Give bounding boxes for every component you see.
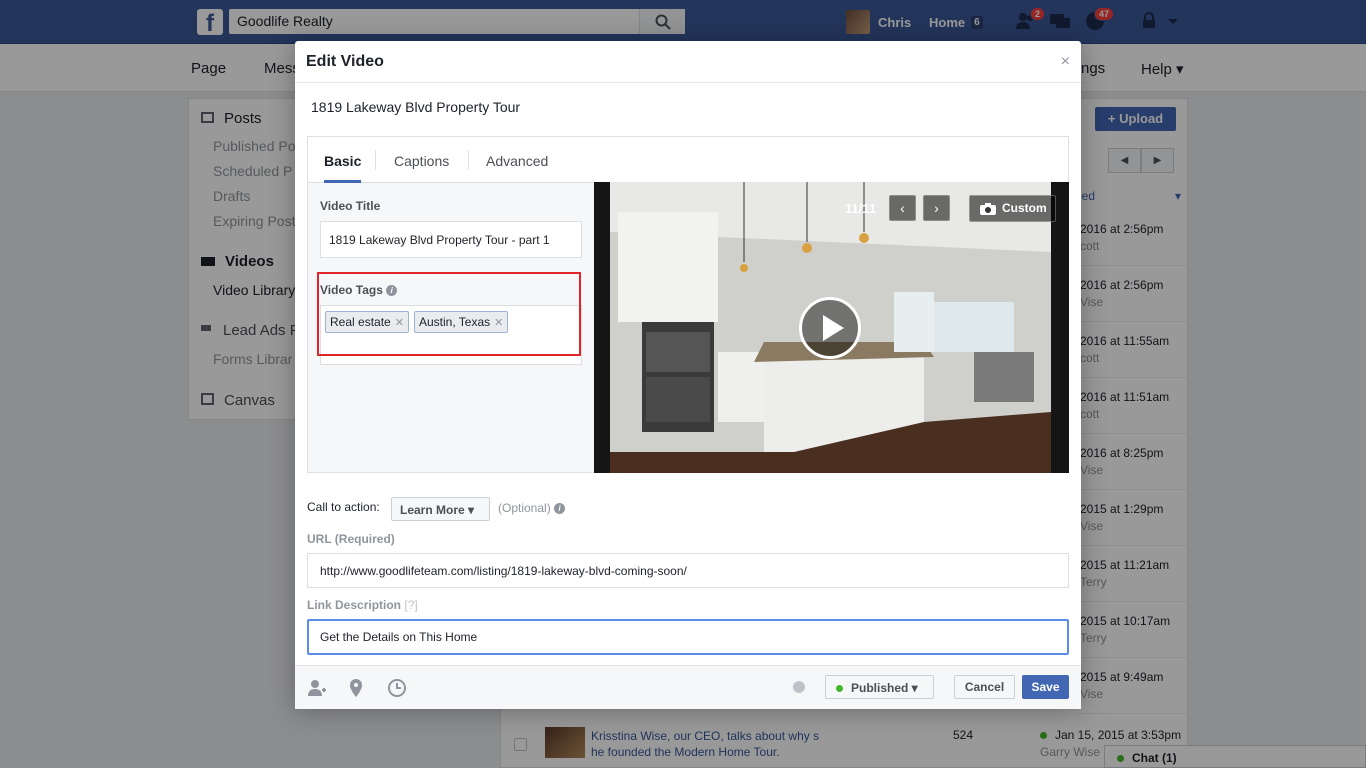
published-dot-icon	[836, 685, 843, 692]
cta-optional-label: (Optional)	[498, 501, 551, 515]
play-icon	[823, 315, 844, 341]
prev-thumbnail-button[interactable]: ‹	[889, 195, 916, 221]
tab-basic[interactable]: Basic	[324, 137, 362, 183]
video-title-label: Video Title	[320, 199, 381, 213]
close-icon[interactable]: ×	[1061, 53, 1070, 71]
info-icon[interactable]: i	[554, 503, 566, 515]
play-button[interactable]	[799, 297, 861, 359]
edit-video-dialog: Edit Video × 1819 Lakeway Blvd Property …	[295, 41, 1081, 709]
dialog-footer: Published ▾ Cancel Save	[295, 665, 1081, 709]
chevron-right-icon: ›	[934, 200, 939, 216]
next-thumbnail-button[interactable]: ›	[923, 195, 950, 221]
video-name: 1819 Lakeway Blvd Property Tour	[311, 99, 521, 115]
published-label: Published ▾	[851, 681, 918, 695]
cancel-button[interactable]: Cancel	[954, 675, 1015, 699]
tab-captions[interactable]: Captions	[394, 137, 449, 183]
thumbnail-counter: 11/11	[845, 201, 877, 216]
url-input[interactable]: http://www.goodlifeteam.com/listing/1819…	[307, 553, 1069, 588]
custom-label: Custom	[1002, 201, 1047, 215]
cta-label: Call to action:	[307, 500, 380, 514]
video-title-input[interactable]: 1819 Lakeway Blvd Property Tour - part 1	[320, 221, 582, 258]
chevron-left-icon: ‹	[900, 200, 905, 216]
custom-thumbnail-button[interactable]: Custom	[969, 195, 1056, 222]
tab-divider	[468, 150, 469, 170]
url-label: URL (Required)	[307, 532, 395, 546]
tab-advanced[interactable]: Advanced	[486, 137, 548, 183]
camera-icon	[980, 203, 996, 215]
location-pin-icon[interactable]	[346, 678, 366, 698]
link-description-label-row: Link Description [?]	[307, 598, 418, 612]
video-thumbnail-preview[interactable]: 11/11 ‹ › Custom	[594, 182, 1069, 473]
cta-optional-row: (Optional) i	[498, 501, 566, 515]
tab-divider	[375, 150, 376, 170]
link-description-label: Link Description	[307, 598, 402, 612]
link-description-input[interactable]: Get the Details on This Home	[307, 619, 1069, 655]
tag-people-icon[interactable]	[307, 678, 327, 698]
dialog-header: Edit Video ×	[295, 41, 1081, 83]
globe-icon	[793, 681, 805, 693]
clock-icon[interactable]	[387, 678, 407, 698]
save-button[interactable]: Save	[1022, 675, 1069, 699]
dialog-title: Edit Video	[306, 53, 384, 70]
help-link[interactable]: [?]	[404, 598, 417, 612]
tab-bar: Basic Captions Advanced	[308, 137, 1068, 183]
tab-panel: Basic Captions Advanced Video Title 1819…	[307, 136, 1069, 473]
cta-dropdown[interactable]: Learn More ▾	[391, 497, 490, 521]
highlight-box	[317, 272, 581, 356]
published-dropdown[interactable]: Published ▾	[825, 675, 934, 699]
